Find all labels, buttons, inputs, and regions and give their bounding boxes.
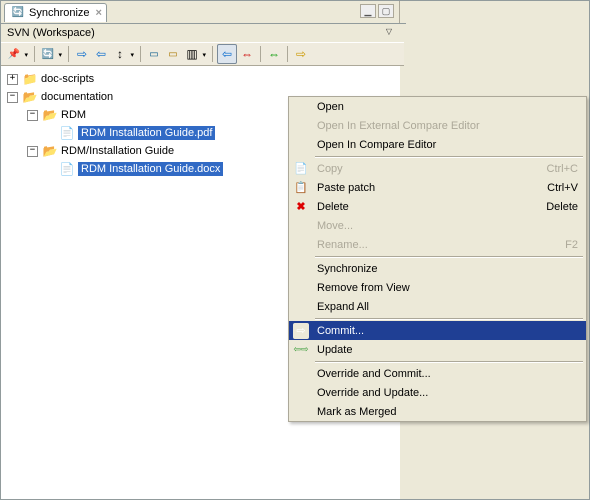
mode-button[interactable]: ▥: [183, 45, 201, 63]
menu-paste[interactable]: Paste patch Ctrl+V: [289, 178, 586, 197]
menu-override-commit[interactable]: Override and Commit...: [289, 364, 586, 383]
menu-override-update[interactable]: Override and Update...: [289, 383, 586, 402]
tree-label: doc-scripts: [41, 73, 94, 85]
menu-shortcut: Ctrl+V: [547, 182, 578, 194]
menu-label: Override and Commit...: [317, 368, 431, 380]
menu-separator: [315, 156, 583, 157]
sync-icon: 🔄: [11, 6, 25, 20]
menu-separator: [315, 361, 583, 362]
view-menu-icon[interactable]: ▽: [386, 27, 392, 36]
expand-all-button[interactable]: [164, 45, 182, 63]
menu-label: Commit...: [317, 325, 364, 337]
tree-label: RDM Installation Guide.docx: [78, 162, 223, 176]
menu-open-external: Open In External Compare Editor: [289, 116, 586, 135]
menu-label: Delete: [317, 201, 349, 213]
menu-move: Move...: [289, 216, 586, 235]
menu-label: Expand All: [317, 301, 369, 313]
minimize-button[interactable]: ▁: [360, 4, 376, 18]
separator: [212, 46, 213, 62]
expander-icon[interactable]: +: [7, 74, 18, 85]
menu-label: Mark as Merged: [317, 406, 396, 418]
paste-icon: [293, 180, 309, 196]
tree-item[interactable]: + 📁 doc-scripts: [1, 70, 400, 88]
menu-commit[interactable]: ⇨ Commit...: [289, 321, 586, 340]
update-icon: [293, 342, 309, 358]
menu-label: Copy: [317, 163, 343, 175]
pin-button[interactable]: [5, 45, 23, 63]
menu-label: Open: [317, 101, 344, 113]
menu-expand-all[interactable]: Expand All: [289, 297, 586, 316]
collapse-all-button[interactable]: [145, 45, 163, 63]
update-all-button[interactable]: [265, 45, 283, 63]
maximize-button[interactable]: ▢: [378, 4, 394, 18]
menu-label: Move...: [317, 220, 353, 232]
context-menu: Open Open In External Compare Editor Ope…: [288, 96, 587, 422]
tree-label: RDM/Installation Guide: [61, 145, 174, 157]
copy-icon: 📄: [293, 161, 309, 177]
expander-icon[interactable]: −: [27, 110, 38, 121]
menu-label: Rename...: [317, 239, 368, 251]
folder-outgoing-icon: 📂: [42, 108, 58, 122]
tree-label: RDM Installation Guide.pdf: [78, 126, 215, 140]
menu-shortcut: F2: [565, 239, 578, 251]
folder-outgoing-icon: 📂: [42, 144, 58, 158]
menu-label: Override and Update...: [317, 387, 428, 399]
expander-icon[interactable]: −: [7, 92, 18, 103]
menu-open-compare[interactable]: Open In Compare Editor: [289, 135, 586, 154]
separator: [34, 46, 35, 62]
next-change-button[interactable]: [73, 45, 91, 63]
expander-icon[interactable]: −: [27, 146, 38, 157]
menu-delete[interactable]: Delete Delete: [289, 197, 586, 216]
commit-all-button[interactable]: ⇨: [292, 45, 310, 63]
toolbar: ↕ ▥ ⇨: [1, 42, 404, 66]
menu-update[interactable]: Update: [289, 340, 586, 359]
prev-change-button[interactable]: [92, 45, 110, 63]
folder-icon: 📁: [22, 72, 38, 86]
workspace-label: SVN (Workspace): [7, 27, 95, 39]
commit-icon: ⇨: [293, 323, 309, 339]
file-outgoing-icon: 📄: [59, 162, 75, 176]
menu-label: Open In Compare Editor: [317, 139, 436, 151]
menu-label: Paste patch: [317, 182, 375, 194]
delete-icon: [293, 199, 309, 215]
menu-synchronize[interactable]: Synchronize: [289, 259, 586, 278]
conflict-mode-button[interactable]: [238, 45, 256, 63]
menu-label: Synchronize: [317, 263, 378, 275]
menu-separator: [315, 318, 583, 319]
tree-label: documentation: [41, 91, 113, 103]
menu-shortcut: Ctrl+C: [547, 163, 578, 175]
file-outgoing-icon: 📄: [59, 126, 75, 140]
separator: [260, 46, 261, 62]
folder-open-icon: 📂: [22, 90, 38, 104]
tab-synchronize[interactable]: 🔄 Synchronize ×: [4, 3, 107, 22]
separator: [287, 46, 288, 62]
menu-mark-merged[interactable]: Mark as Merged: [289, 402, 586, 421]
close-tab-icon[interactable]: ×: [96, 7, 102, 19]
menu-separator: [315, 256, 583, 257]
menu-label: Open In External Compare Editor: [317, 120, 480, 132]
menu-rename: Rename... F2: [289, 235, 586, 254]
menu-open[interactable]: Open: [289, 97, 586, 116]
separator: [140, 46, 141, 62]
tab-label: Synchronize: [29, 7, 90, 19]
menu-shortcut: Delete: [546, 201, 578, 213]
menu-label: Remove from View: [317, 282, 410, 294]
menu-remove[interactable]: Remove from View: [289, 278, 586, 297]
tree-label: RDM: [61, 109, 86, 121]
separator: [68, 46, 69, 62]
nav-button[interactable]: ↕: [111, 45, 129, 63]
sync-button[interactable]: [39, 45, 57, 63]
incoming-mode-button[interactable]: [217, 44, 237, 64]
menu-copy: 📄 Copy Ctrl+C: [289, 159, 586, 178]
menu-label: Update: [317, 344, 352, 356]
